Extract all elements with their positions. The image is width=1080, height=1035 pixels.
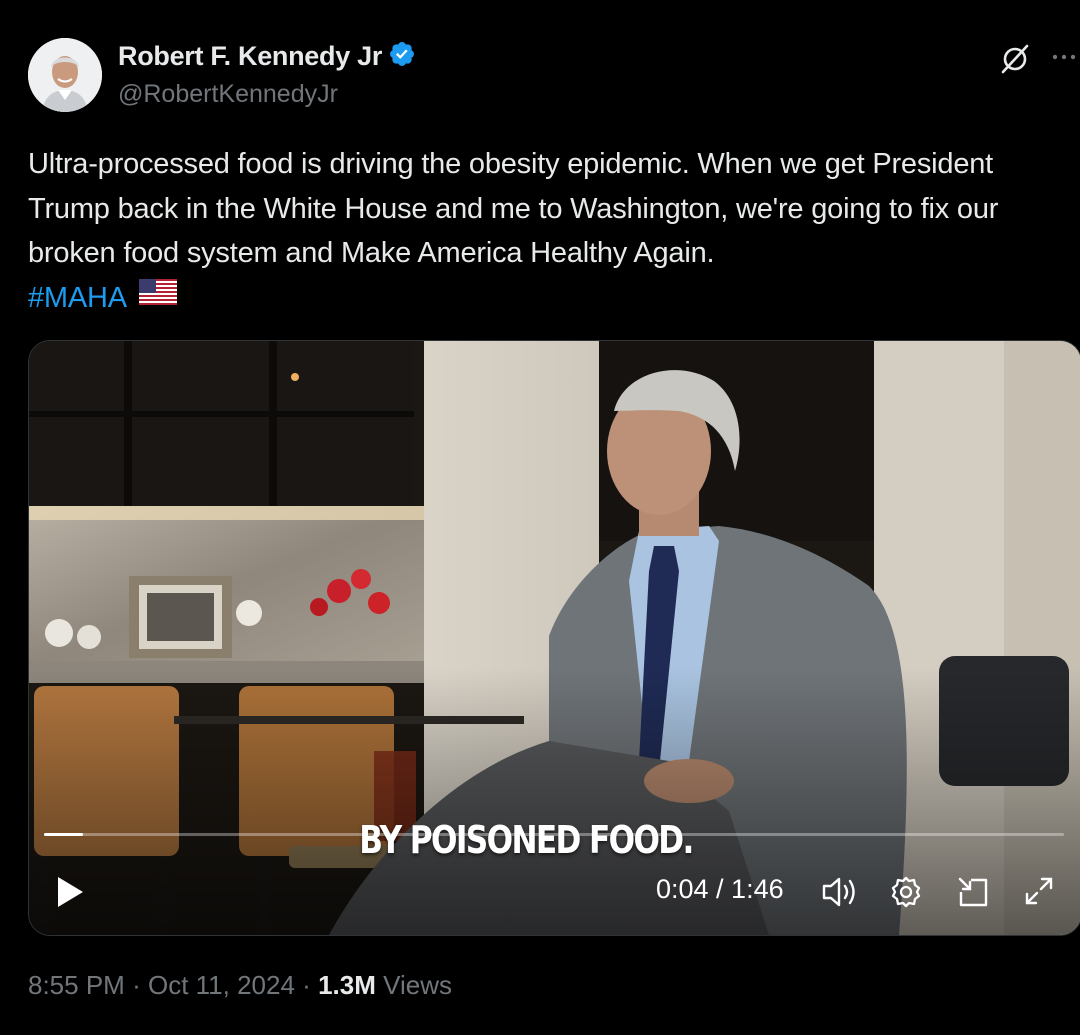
tweet-time[interactable]: 8:55 PM bbox=[28, 970, 125, 1000]
video-caption: BY POISONED FOOD. bbox=[359, 818, 694, 862]
views-count: 1.3M bbox=[318, 970, 376, 1000]
verified-badge-icon bbox=[388, 40, 416, 73]
video-time: 0:04 / 1:46 bbox=[656, 874, 784, 904]
views-label: Views bbox=[383, 970, 452, 1000]
avatar[interactable] bbox=[28, 38, 102, 112]
us-flag-icon bbox=[139, 274, 178, 319]
picture-in-picture-icon[interactable] bbox=[955, 874, 991, 910]
hashtag-link[interactable]: #MAHA bbox=[28, 282, 126, 314]
video-progress-bar[interactable] bbox=[44, 833, 1064, 836]
tweet-meta: 8:55 PM · Oct 11, 2024 · 1.3M Views bbox=[28, 970, 452, 1001]
author-handle[interactable]: @RobertKennedyJr bbox=[118, 80, 338, 109]
author-name[interactable]: Robert F. Kennedy Jr bbox=[118, 41, 382, 72]
author-name-row[interactable]: Robert F. Kennedy Jr bbox=[118, 40, 416, 73]
volume-icon[interactable] bbox=[820, 874, 860, 910]
grok-icon[interactable] bbox=[998, 42, 1032, 76]
more-icon[interactable] bbox=[1046, 44, 1080, 70]
tweet-date[interactable]: Oct 11, 2024 bbox=[148, 970, 295, 1000]
settings-icon[interactable] bbox=[888, 874, 924, 910]
tweet-body: Ultra-processed food is driving the obes… bbox=[28, 148, 999, 269]
video-progress-fill bbox=[44, 833, 83, 836]
meta-separator-2: · bbox=[302, 970, 311, 1000]
meta-separator: · bbox=[132, 970, 141, 1000]
play-icon[interactable] bbox=[54, 874, 86, 910]
tweet-text: Ultra-processed food is driving the obes… bbox=[28, 142, 1073, 320]
fullscreen-icon[interactable] bbox=[1022, 874, 1056, 908]
